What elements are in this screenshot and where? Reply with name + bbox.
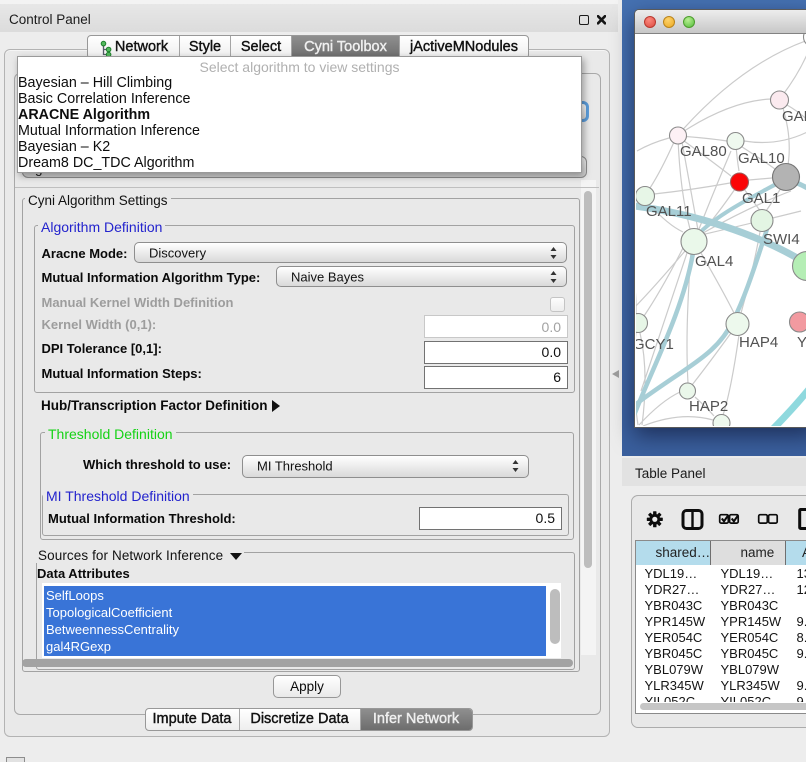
svg-text:GCY1: GCY1 xyxy=(636,336,674,353)
svg-text:SWI4: SWI4 xyxy=(763,231,800,248)
svg-text:HAP2: HAP2 xyxy=(689,398,728,415)
svg-text:GAL11: GAL11 xyxy=(646,203,692,220)
svg-text:Y: Y xyxy=(797,334,806,351)
svg-text:HAP4: HAP4 xyxy=(739,334,778,351)
svg-text:GAL10: GAL10 xyxy=(738,150,785,167)
svg-text:GAL80: GAL80 xyxy=(680,143,727,160)
svg-text:GAL4: GAL4 xyxy=(695,253,733,270)
svg-text:GAL7: GAL7 xyxy=(782,108,806,125)
svg-text:GAL1: GAL1 xyxy=(742,190,780,207)
